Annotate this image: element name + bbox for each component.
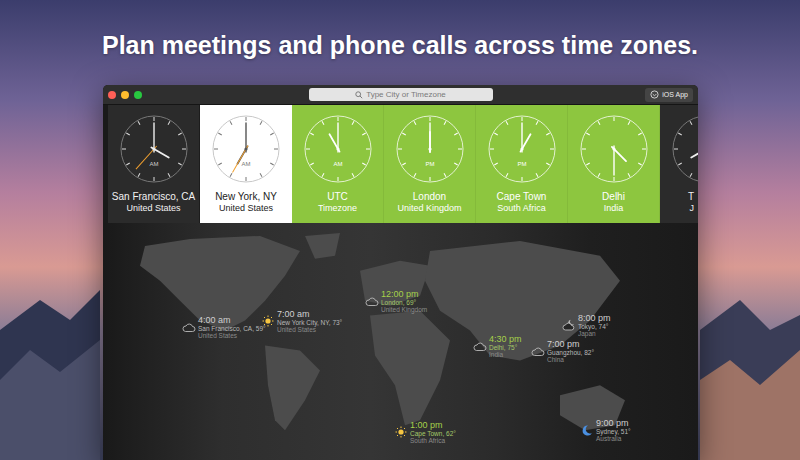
map-pin[interactable]: 4:00 amSan Francisco, CA, 59°United Stat… — [182, 315, 266, 339]
zoom-button[interactable] — [134, 91, 142, 99]
pin-city: New York City, NY, 73° — [277, 319, 342, 326]
cloud-icon — [531, 345, 545, 357]
minimize-button[interactable] — [121, 91, 129, 99]
clock-card[interactable]: PM Cape TownSouth Africa — [476, 105, 568, 223]
pin-country: Japan — [578, 330, 611, 337]
pin-time: 4:30 pm — [489, 334, 522, 344]
map-pin[interactable]: 12:00 pmLondon, 69°United Kingdom — [365, 289, 427, 313]
pin-city: Cape Town, 62° — [410, 430, 456, 437]
world-map: 4:00 amSan Francisco, CA, 59°United Stat… — [103, 223, 698, 460]
clock-face-icon — [579, 114, 649, 184]
pin-time: 8:00 pm — [578, 313, 611, 323]
pin-country: United States — [198, 332, 266, 339]
map-pin[interactable]: 1:00 pmCape Town, 62°South Africa — [394, 420, 456, 444]
clock-face-icon: PM — [395, 114, 465, 184]
pin-country: United Kingdom — [381, 306, 427, 313]
pin-city: San Francisco, CA, 59° — [198, 325, 266, 332]
svg-text:PM: PM — [425, 161, 434, 167]
map-pin[interactable]: 9:00 pmSydney, 51°Australia — [580, 418, 631, 442]
clock-face-icon: AM — [119, 114, 189, 184]
clock-card[interactable]: DelhiIndia — [568, 105, 660, 223]
clock-city: London — [413, 191, 446, 203]
clock-card[interactable]: AM New York, NYUnited States — [200, 105, 292, 223]
clock-city: T — [688, 191, 698, 203]
clock-strip: AMSan Francisco, CAUnited StatesAMNew Yo… — [103, 105, 698, 223]
pin-city: Guangzhou, 82° — [547, 349, 594, 356]
clock-card[interactable]: AM San Francisco, CAUnited States — [108, 105, 200, 223]
clock-subtitle: Timezone — [318, 203, 357, 214]
clock-city: Cape Town — [497, 191, 547, 203]
map-pin[interactable]: 8:00 pmTokyo, 74°Japan — [562, 313, 611, 337]
map-pin[interactable]: 7:00 amNew York City, NY, 73°United Stat… — [261, 309, 342, 333]
clock-face-icon: AM — [211, 114, 281, 184]
close-button[interactable] — [108, 91, 116, 99]
pin-city: London, 69° — [381, 299, 427, 306]
clock-subtitle: South Africa — [497, 203, 546, 214]
clock-city: New York, NY — [215, 191, 277, 203]
app-window: Type City or Timezone iOS App AM San Franci… — [103, 85, 698, 460]
pin-country: South Africa — [410, 437, 456, 444]
svg-text:AM: AM — [149, 161, 158, 167]
pin-city: Delhi, 75° — [489, 344, 522, 351]
download-icon — [650, 90, 659, 99]
cloud-icon — [473, 340, 487, 352]
search-field[interactable]: Type City or Timezone — [309, 88, 493, 101]
map-pin[interactable]: 4:30 pmDelhi, 75°India — [473, 334, 522, 358]
title-bar: Type City or Timezone iOS App — [103, 85, 698, 105]
clock-face-icon — [671, 114, 698, 184]
clock-card[interactable]: PM LondonUnited Kingdom — [384, 105, 476, 223]
clock-subtitle: India — [604, 203, 624, 214]
pin-city: Tokyo, 74° — [578, 323, 611, 330]
moon-icon — [580, 424, 594, 436]
pin-time: 12:00 pm — [381, 289, 427, 299]
clock-card[interactable]: TJ — [660, 105, 698, 223]
pin-time: 9:00 pm — [596, 418, 631, 428]
svg-text:AM: AM — [333, 161, 342, 167]
magnifier-icon — [355, 91, 363, 99]
search-placeholder: Type City or Timezone — [366, 89, 446, 101]
map-pin[interactable]: 7:00 pmGuangzhou, 82°China — [531, 339, 594, 363]
pin-time: 7:00 pm — [547, 339, 594, 349]
pin-country: China — [547, 356, 594, 363]
pin-country: United States — [277, 326, 342, 333]
cloud-icon — [182, 321, 196, 333]
cloud-icon — [365, 295, 379, 307]
clock-face-icon: PM — [487, 114, 557, 184]
clock-city: San Francisco, CA — [112, 191, 195, 203]
cloud-moon-icon — [562, 319, 576, 331]
sun-icon — [394, 426, 408, 438]
clock-city: UTC — [327, 191, 348, 203]
clock-card[interactable]: AM UTCTimezone — [292, 105, 384, 223]
pin-time: 4:00 am — [198, 315, 266, 325]
clock-subtitle: United States — [126, 203, 180, 214]
clock-subtitle: United Kingdom — [397, 203, 461, 214]
clock-subtitle: J — [690, 203, 699, 214]
headline: Plan meetings and phone calls across tim… — [0, 0, 800, 60]
clock-face-icon: AM — [303, 114, 373, 184]
pin-city: Sydney, 51° — [596, 428, 631, 435]
pin-country: India — [489, 351, 522, 358]
pin-time: 7:00 am — [277, 309, 342, 319]
sun-icon — [261, 315, 275, 327]
svg-text:PM: PM — [517, 161, 526, 167]
desktop: Plan meetings and phone calls across tim… — [0, 0, 800, 460]
svg-text:AM: AM — [242, 161, 251, 167]
pin-country: Australia — [596, 435, 631, 442]
ios-app-label: iOS App — [662, 91, 688, 98]
pin-time: 1:00 pm — [410, 420, 456, 430]
clock-city: Delhi — [602, 191, 625, 203]
clock-subtitle: United States — [219, 203, 273, 214]
ios-app-button[interactable]: iOS App — [645, 88, 693, 102]
